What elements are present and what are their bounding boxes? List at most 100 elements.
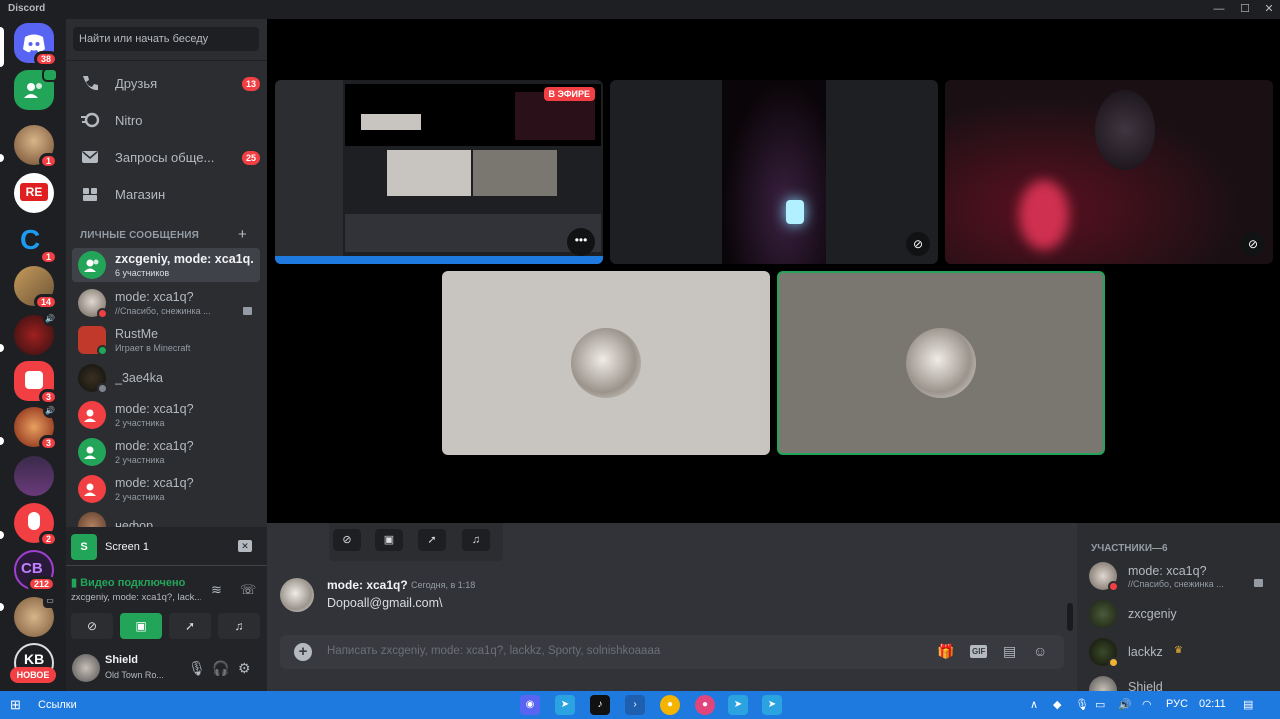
activity-button[interactable]: ➚ [169,613,211,639]
voice-channel-name[interactable]: zxcgeniy, mode: xca1q?, lack... [71,592,201,603]
soundboard-icon[interactable]: ♫ [462,529,490,551]
avatar-tile[interactable] [442,271,770,455]
dm-group-button[interactable] [14,68,58,110]
server-icon[interactable]: RE [14,173,54,213]
notifications-icon[interactable]: ▤ [1243,698,1253,711]
dm-item[interactable]: mode: xca1q? 2 участника [72,398,260,432]
server-icon[interactable] [14,456,54,496]
home-button[interactable]: 38 [14,23,58,67]
message-author[interactable]: mode: xca1q? [327,578,408,592]
server-icon[interactable]: 1 [14,125,58,169]
attach-plus-icon[interactable]: + [294,643,312,661]
server-icon[interactable]: 14 [14,266,58,310]
dm-name: mode: xca1q? [115,402,194,416]
gif-button[interactable]: GIF [970,645,988,658]
close-icon[interactable]: ✕ [1262,2,1276,16]
message-composer[interactable]: + Написать zxcgeniy, mode: xca1q?, lackk… [280,635,1064,669]
headphones-icon[interactable]: 🎧 [212,660,229,677]
windows-start-icon[interactable]: ⊞ [10,698,24,712]
server-logo-icon: CB [21,560,43,577]
server-icon[interactable]: 🔊 3 [14,404,58,451]
mic-tray-icon[interactable]: 🎙 [1075,698,1089,711]
screen-share-icon[interactable]: ▣ [375,529,403,551]
muted-icon: ⊘ [906,232,930,256]
stream-preview-tile [473,150,557,196]
dm-item[interactable]: mode: xca1q? 2 участника [72,472,260,506]
app-title: Discord [8,3,46,14]
gift-icon[interactable]: 🎁 [937,643,954,660]
telegram-taskbar-icon[interactable]: ➤ [555,695,575,715]
telegram-taskbar-icon[interactable]: ➤ [762,695,782,715]
dm-name: zxcgeniy, mode: xca1q... [115,252,253,266]
message-input[interactable]: Написать zxcgeniy, mode: xca1q?, lackkz,… [327,645,660,657]
dm-item[interactable]: mode: xca1q? //Спасибо, снежинка ... [72,286,260,320]
telegram-taskbar-icon[interactable]: ➤ [728,695,748,715]
dm-item[interactable]: _3ae4ka [72,361,260,395]
server-icon[interactable]: 3 [14,361,58,405]
camera-off-icon[interactable]: ⊘ [333,529,361,551]
emoji-icon[interactable]: ☺ [1033,643,1047,659]
nav-friends[interactable]: Друзья 13 [74,67,260,101]
tiktok-taskbar-icon[interactable]: ♪ [590,695,610,715]
activity-icon[interactable]: ➚ [418,529,446,551]
links-toolbar[interactable]: Ссылки [38,699,77,711]
nitro-icon [80,111,102,131]
server-icon[interactable]: ▭ [14,594,57,637]
nav-nitro[interactable]: Nitro [74,104,260,138]
server-icon[interactable]: C1 [14,221,58,265]
member-status: //Спасибо, снежинка ... [1128,579,1224,589]
avatar-tile-speaking[interactable] [777,271,1105,455]
maximize-icon[interactable]: ☐ [1238,2,1252,16]
stream-tile[interactable]: В ЭФИРЕ ••• [275,80,603,264]
create-dm-plus-icon[interactable]: + [238,226,247,243]
clock[interactable]: 02:11 [1199,698,1226,710]
screen-label: Screen 1 [105,541,150,553]
nav-shop[interactable]: Магазин [74,178,260,212]
video-tile[interactable]: ⊘ [945,80,1273,264]
dm-item[interactable]: mode: xca1q? 2 участника [72,435,260,469]
video-tile[interactable]: ⊘ [610,80,938,264]
tray-app-icon[interactable]: ◆ [1053,698,1061,711]
member-item[interactable]: Shield [1089,672,1274,691]
server-icon[interactable]: 2 [14,503,58,547]
camera-light [786,200,804,224]
scrollbar[interactable] [1067,603,1073,631]
disconnect-icon[interactable]: ☏ [240,582,256,598]
app-taskbar-icon[interactable]: ● [695,695,715,715]
server-icon[interactable]: CB 212 [14,550,56,592]
network-icon[interactable]: ◠ [1142,698,1152,711]
chrome-taskbar-icon[interactable]: ● [660,695,680,715]
microphone-icon[interactable]: 🎙 [188,660,206,677]
screen-share-button[interactable]: ▣ [120,613,162,639]
member-item[interactable]: lackkz ♛ [1089,634,1274,670]
settings-gear-icon[interactable]: ⚙ [238,660,251,677]
member-item[interactable]: mode: xca1q? //Спасибо, снежинка ... [1089,558,1274,594]
more-options-icon[interactable]: ••• [567,228,595,256]
server-badge: 14 [33,294,58,310]
soundboard-button[interactable]: ♫ [218,613,260,639]
member-name: mode: xca1q? [1128,564,1207,578]
new-badge[interactable]: НОВОЕ [10,667,56,683]
dm-item[interactable]: RustMe Играет в Minecraft [72,323,260,357]
search-input[interactable]: Найти или начать беседу [73,27,259,51]
volume-icon[interactable]: 🔊 [1118,698,1132,711]
dnd-status-icon [97,308,108,319]
noise-suppression-icon[interactable]: ≋ [211,582,222,598]
group-avatar [78,401,106,429]
sticker-icon[interactable]: ▤ [1003,643,1016,660]
language-indicator[interactable]: РУС [1166,698,1188,710]
stop-screen-icon[interactable]: ✕ [238,540,252,552]
nav-message-requests[interactable]: Запросы обще... 25 [74,141,260,175]
dm-item[interactable]: zxcgeniy, mode: xca1q... 6 участников [72,248,260,282]
discord-taskbar-icon[interactable]: ◉ [520,695,540,715]
dm-name: mode: xca1q? [115,290,194,304]
camera-off-button[interactable]: ⊘ [71,613,113,639]
terminal-taskbar-icon[interactable]: › [625,695,645,715]
member-item[interactable]: zxcgeniy [1089,596,1274,632]
message-avatar[interactable] [280,578,314,612]
user-avatar[interactable] [72,654,100,682]
battery-icon[interactable]: ▭ [1095,698,1105,711]
server-icon[interactable]: 🔊 [14,312,57,355]
tray-expand-icon[interactable]: ∧ [1030,698,1038,711]
minimize-icon[interactable]: — [1212,2,1226,16]
